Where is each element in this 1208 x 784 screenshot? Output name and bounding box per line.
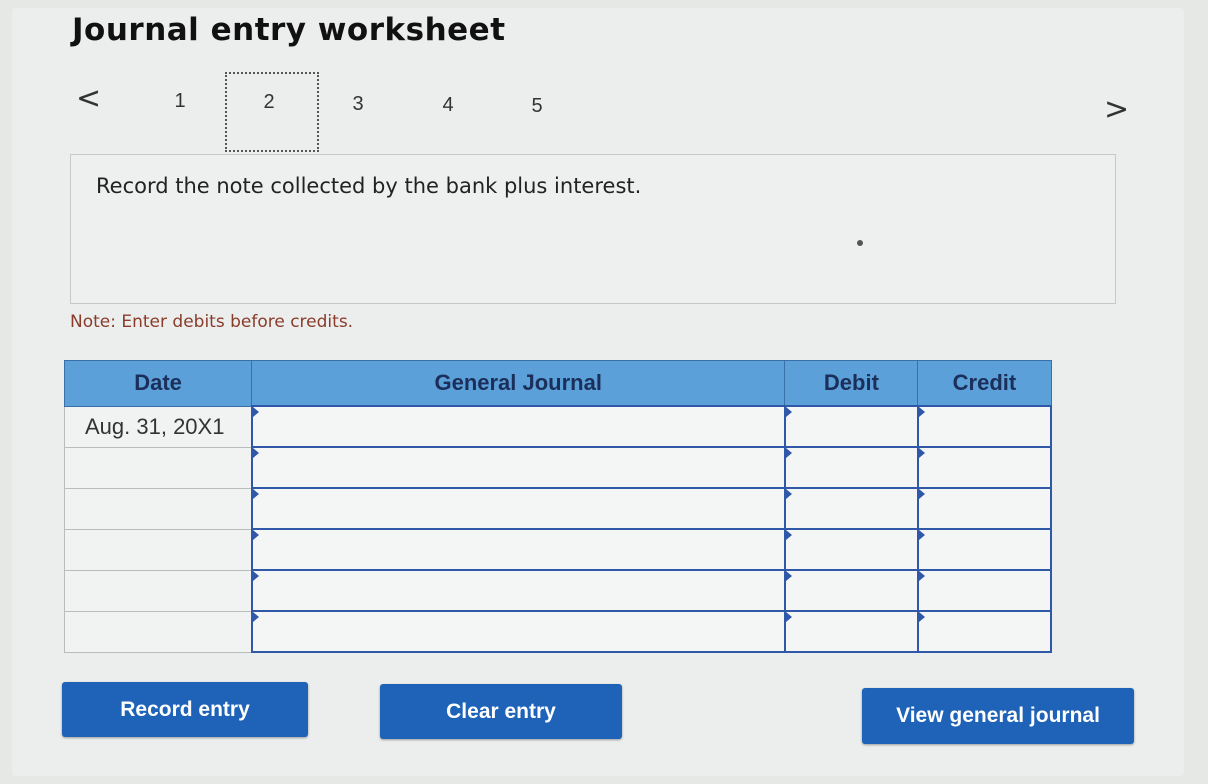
page-3-link[interactable]: 3 (338, 93, 378, 116)
date-column-header: Date (63, 360, 253, 407)
table-header-row: Date General Journal Debit Credit (63, 360, 1052, 407)
debit-input[interactable] (783, 569, 919, 612)
date-cell: Aug. 31, 20X1 (63, 405, 253, 448)
debit-column-header: Debit (784, 360, 919, 407)
debit-input[interactable] (783, 487, 919, 530)
table-row (63, 610, 1053, 653)
view-general-journal-button[interactable]: View general journal (862, 688, 1134, 744)
date-cell (63, 610, 253, 653)
page-title: Journal entry worksheet (72, 12, 506, 48)
chevron-right-icon[interactable]: > (1104, 95, 1129, 125)
account-input[interactable] (250, 528, 786, 571)
table-row (63, 528, 1053, 571)
debit-input[interactable] (783, 528, 919, 571)
date-cell (63, 569, 253, 612)
debit-input[interactable] (783, 405, 919, 448)
journal-entry-table: Date General Journal Debit Credit Aug. 3… (63, 360, 1053, 653)
page-5-link[interactable]: 5 (517, 95, 557, 118)
page-1-link[interactable]: 1 (160, 90, 200, 113)
chevron-left-icon[interactable]: < (76, 84, 101, 114)
clear-entry-button[interactable]: Clear entry (380, 684, 622, 739)
account-input[interactable] (250, 569, 786, 612)
credit-input[interactable] (916, 405, 1053, 448)
table-row: Aug. 31, 20X1 (63, 405, 1053, 448)
account-input[interactable] (250, 446, 786, 489)
page-2-link[interactable]: 2 (249, 91, 289, 114)
credit-input[interactable] (916, 569, 1053, 612)
record-entry-button[interactable]: Record entry (62, 682, 308, 737)
date-cell (63, 528, 253, 571)
credit-input[interactable] (916, 610, 1053, 653)
decorative-dot (857, 240, 863, 246)
table-row (63, 569, 1053, 612)
general-journal-column-header: General Journal (251, 360, 786, 407)
credit-input[interactable] (916, 446, 1053, 489)
table-row (63, 446, 1053, 489)
question-text: Record the note collected by the bank pl… (96, 174, 642, 198)
note-text: Note: Enter debits before credits. (70, 312, 354, 332)
credit-input[interactable] (916, 528, 1053, 571)
account-input[interactable] (250, 405, 786, 448)
debit-input[interactable] (783, 446, 919, 489)
account-input[interactable] (250, 610, 786, 653)
date-cell (63, 446, 253, 489)
credit-column-header: Credit (917, 360, 1052, 407)
table-row (63, 487, 1053, 530)
date-cell (63, 487, 253, 530)
debit-input[interactable] (783, 610, 919, 653)
page-4-link[interactable]: 4 (428, 94, 468, 117)
account-input[interactable] (250, 487, 786, 530)
credit-input[interactable] (916, 487, 1053, 530)
